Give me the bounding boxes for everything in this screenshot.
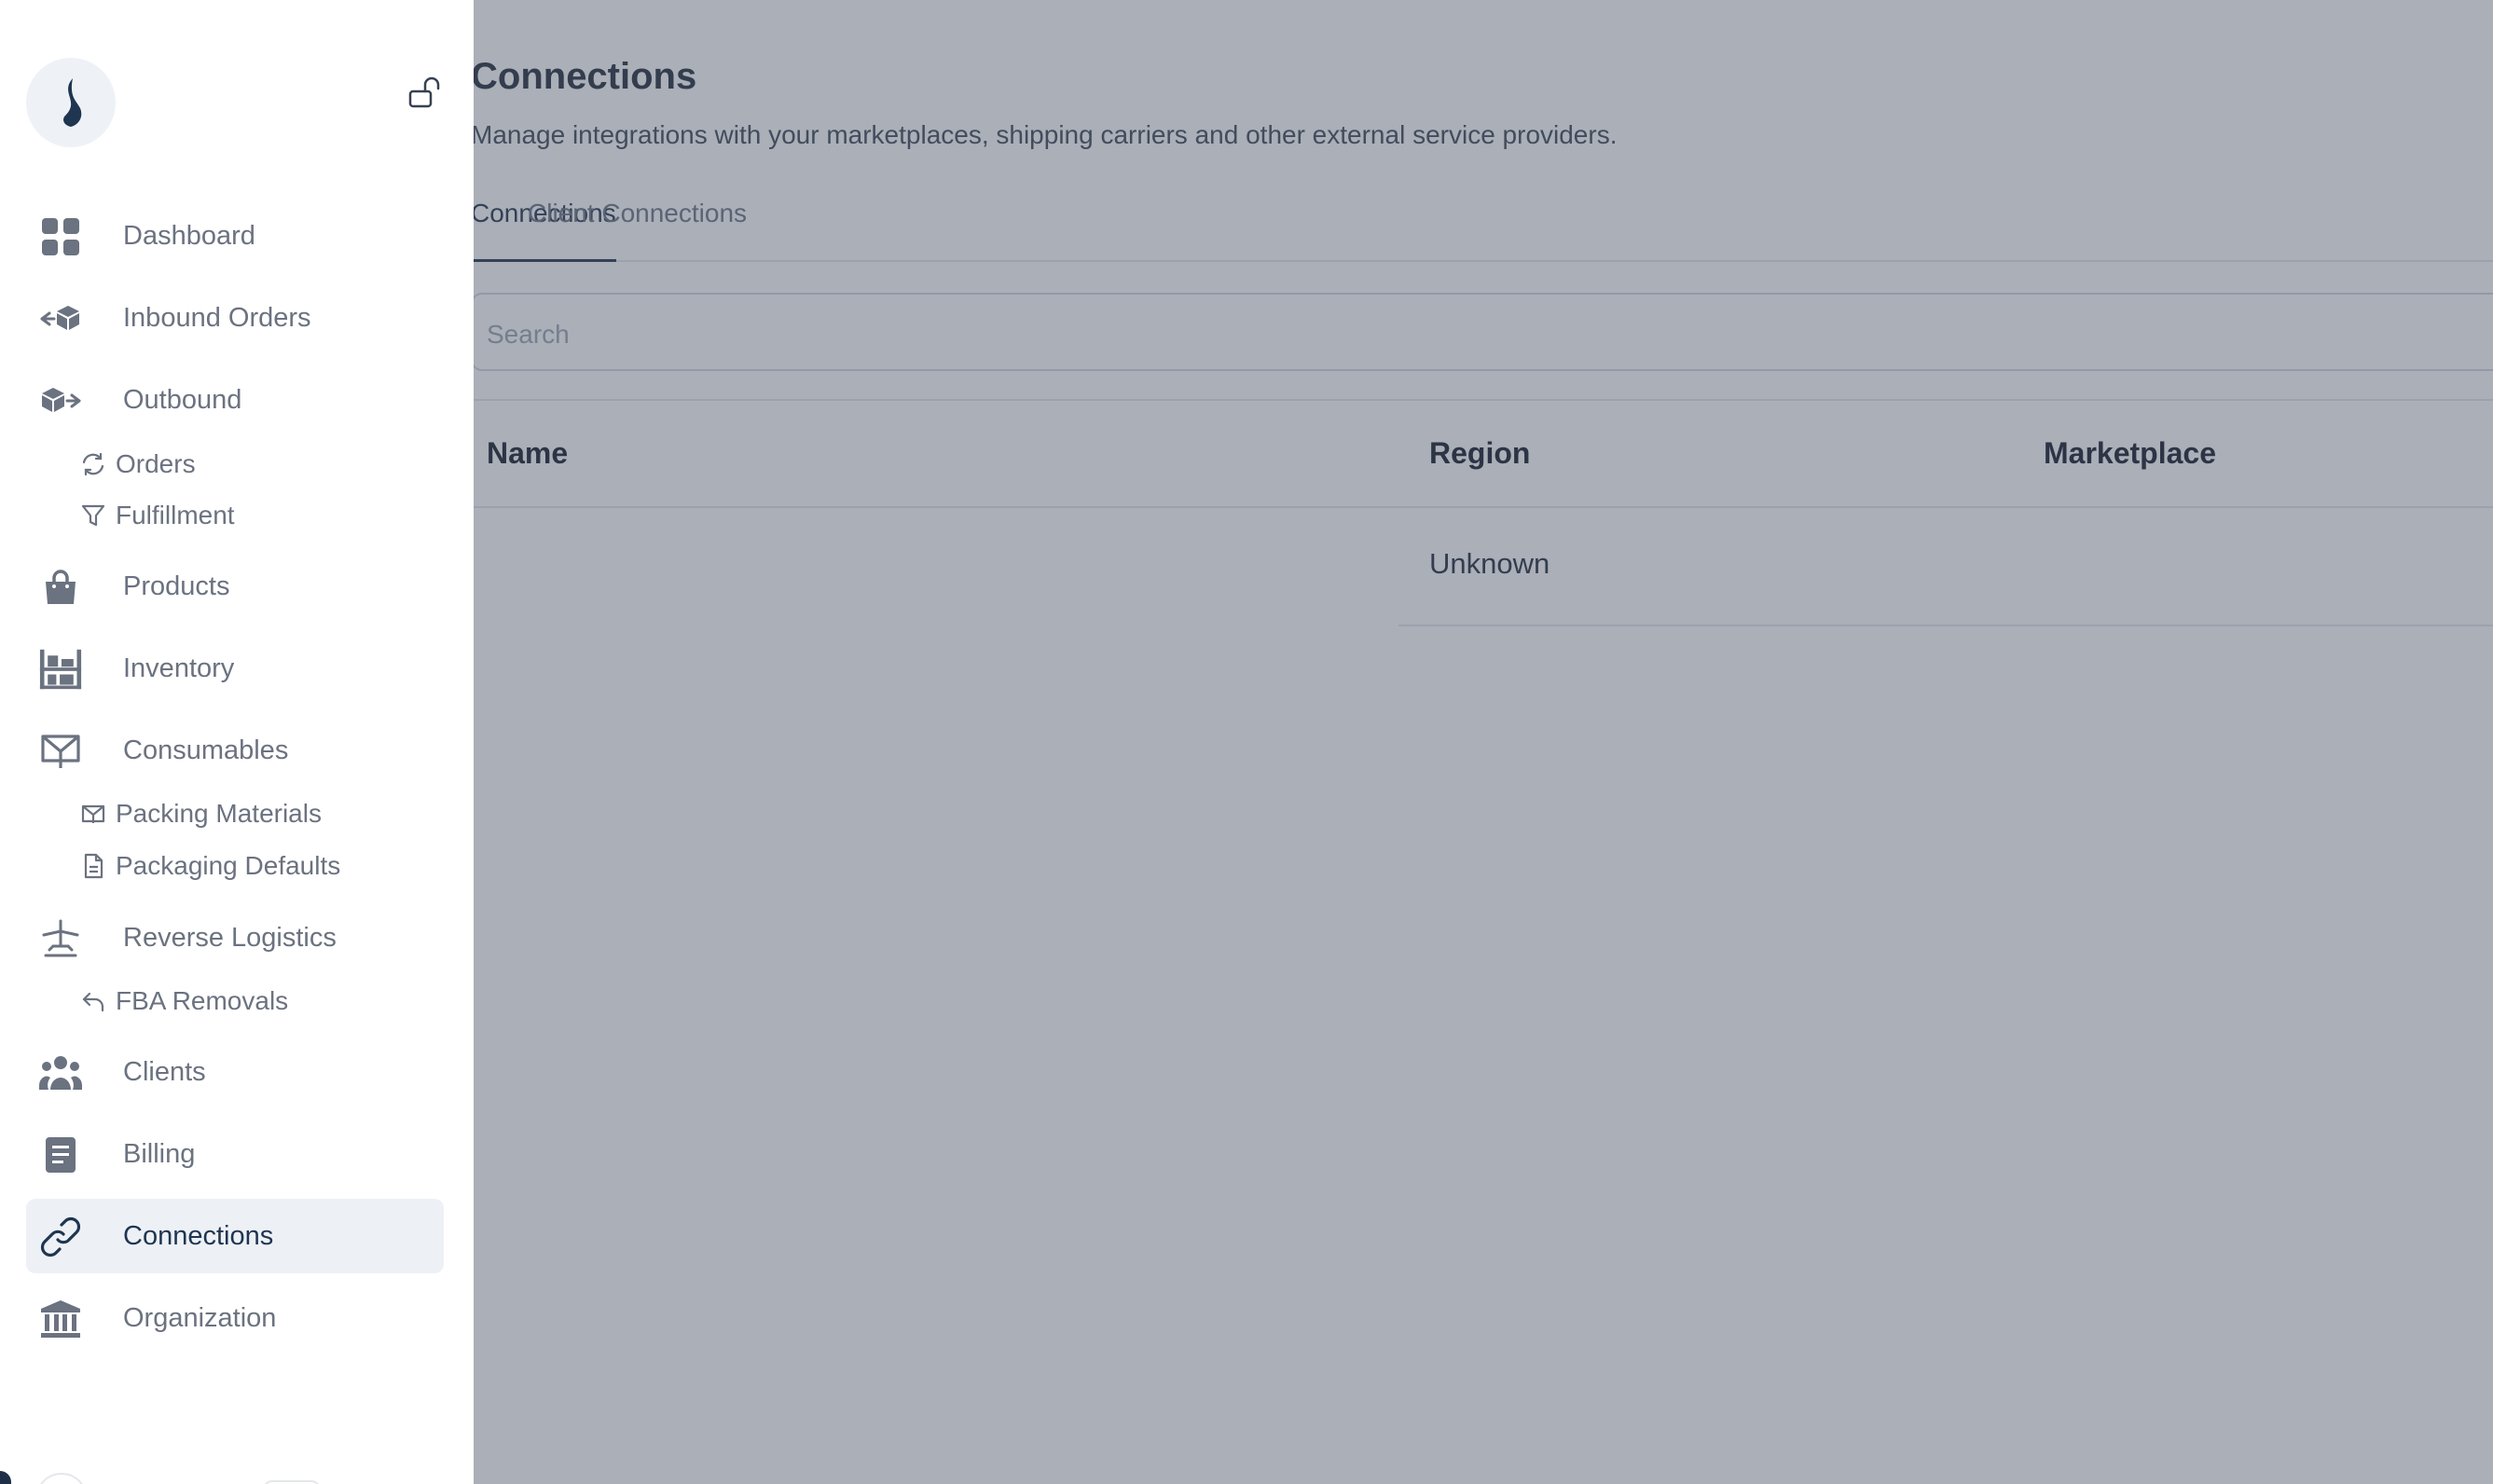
sidebar-item-dashboard[interactable]: Dashboard — [26, 199, 444, 273]
undo-arrow-icon — [78, 986, 108, 1016]
box-inbound-icon — [39, 297, 82, 340]
airplane-icon — [39, 917, 82, 960]
sidebar-item-billing[interactable]: Billing — [26, 1117, 444, 1191]
sidebar-item-label: Connections — [123, 1220, 274, 1251]
sidebar-item-inventory[interactable]: Inventory — [26, 631, 444, 706]
sidebar-subitem-orders[interactable]: Orders — [78, 444, 196, 485]
filter-icon — [78, 501, 108, 530]
sidebar-item-label: Outbound — [123, 384, 242, 415]
invoice-icon — [39, 1134, 82, 1176]
sidebar-subitem-label: Orders — [116, 449, 196, 478]
app-window: Connections Manage integrations with you… — [0, 0, 2493, 1484]
package-icon — [78, 799, 108, 829]
sidebar-subitem-label: Packaging Defaults — [116, 851, 341, 880]
link-icon — [39, 1216, 82, 1258]
shopping-bag-icon — [39, 566, 82, 609]
unlock-icon — [408, 76, 440, 108]
sidebar-item-clients[interactable]: Clients — [26, 1035, 444, 1109]
sidebar-item-inbound-orders[interactable]: Inbound Orders — [26, 281, 444, 355]
refresh-icon — [78, 449, 108, 479]
lock-sidebar-button[interactable] — [405, 73, 446, 114]
avatar-ring[interactable] — [35, 1473, 88, 1484]
grid-icon — [39, 215, 82, 258]
sidebar-item-reverse-logistics[interactable]: Reverse Logistics — [26, 900, 444, 975]
sidebar-item-products[interactable]: Products — [26, 549, 444, 624]
sidebar-item-label: Reverse Logistics — [123, 922, 337, 953]
open-box-icon — [39, 730, 82, 773]
user-avatar[interactable] — [0, 1471, 11, 1484]
sidebar-subitem-fulfillment[interactable]: Fulfillment — [78, 495, 235, 536]
sidebar: Dashboard Inbound Orders Outbound Orders… — [0, 0, 474, 1484]
sidebar-item-label: Clients — [123, 1056, 206, 1087]
sidebar-item-label: Inventory — [123, 653, 235, 683]
sidebar-item-label: Organization — [123, 1302, 277, 1333]
document-icon — [78, 851, 108, 881]
toggle-pill[interactable] — [263, 1480, 321, 1484]
sidebar-subitem-label: Packing Materials — [116, 799, 322, 828]
bank-building-icon — [39, 1298, 82, 1340]
users-icon — [39, 1051, 82, 1094]
sidebar-item-label: Consumables — [123, 735, 289, 765]
box-outbound-icon — [39, 379, 82, 422]
sidebar-subitem-packaging-defaults[interactable]: Packaging Defaults — [78, 845, 340, 886]
sidebar-subitem-fba-removals[interactable]: FBA Removals — [78, 981, 288, 1022]
sidebar-item-label: Products — [123, 570, 230, 601]
sidebar-item-connections[interactable]: Connections — [26, 1199, 444, 1273]
sidebar-item-organization[interactable]: Organization — [26, 1281, 444, 1355]
sidebar-subitem-packing-materials[interactable]: Packing Materials — [78, 793, 322, 834]
sidebar-item-label: Dashboard — [123, 220, 255, 251]
sidebar-subitem-label: Fulfillment — [116, 501, 235, 529]
sidebar-item-outbound[interactable]: Outbound — [26, 363, 444, 437]
flame-logo-icon — [63, 78, 82, 127]
sidebar-subitem-label: FBA Removals — [116, 986, 289, 1015]
warehouse-shelf-icon — [39, 648, 82, 691]
sidebar-item-label: Inbound Orders — [123, 302, 311, 333]
app-logo[interactable] — [26, 58, 116, 147]
sidebar-item-consumables[interactable]: Consumables — [26, 713, 444, 788]
sidebar-item-label: Billing — [123, 1138, 196, 1169]
